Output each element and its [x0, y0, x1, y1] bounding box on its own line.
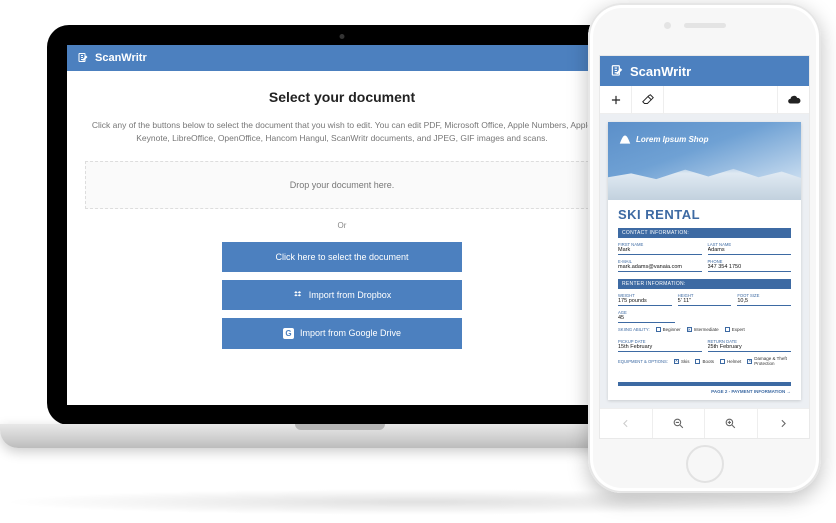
phone-value: 347 354 1750: [708, 264, 792, 272]
phone-screen: ScanWritr Lorem Ipsum Shop: [599, 55, 810, 439]
section-contact: CONTACT INFORMATION:: [618, 228, 791, 238]
google-icon: G: [283, 328, 294, 339]
prev-page-button[interactable]: [600, 409, 653, 438]
last-name-value: Adams: [708, 247, 792, 255]
eraser-button[interactable]: [632, 86, 664, 113]
laptop-camera: [340, 34, 345, 39]
home-button[interactable]: [686, 445, 724, 483]
first-name-value: Mark: [618, 247, 702, 255]
add-button[interactable]: [600, 86, 632, 113]
scanwritr-logo-icon: [77, 52, 89, 64]
phone-app-topbar: ScanWritr: [600, 56, 809, 86]
phone-bottom-nav: [600, 408, 809, 438]
skiing-ability-row: SKIING ABILITY: Beginner ✕Intermediate E…: [618, 327, 791, 332]
equip-boots: Boots: [695, 359, 714, 364]
laptop-device: ScanWritr Select your document Click any…: [0, 25, 680, 495]
document-title: SKI RENTAL: [618, 207, 791, 222]
equipment-row: EQUIPMENT & OPTIONS: ✕Skis Boots Helmet …: [618, 356, 791, 366]
document-hero-image: Lorem Ipsum Shop: [608, 122, 801, 200]
laptop-base: [0, 424, 680, 448]
app-title: ScanWritr: [95, 52, 147, 64]
import-google-drive-button[interactable]: G Import from Google Drive: [222, 318, 462, 349]
phone-toolbar: [600, 86, 809, 114]
document-viewport[interactable]: Lorem Ipsum Shop SKI RENTAL CONTACT INFO…: [600, 114, 809, 408]
zoom-out-button[interactable]: [653, 409, 706, 438]
phone-app-title: ScanWritr: [630, 64, 691, 79]
ability-expert: Expert: [725, 327, 745, 332]
ability-intermediate: ✕Intermediate: [687, 327, 719, 332]
equip-damage: ✕Damage & Theft Protection: [747, 356, 791, 366]
dropzone[interactable]: Drop your document here.: [85, 161, 599, 209]
app-topbar: ScanWritr: [67, 45, 617, 71]
scanwritr-logo-icon: [610, 64, 624, 78]
next-page-button[interactable]: [758, 409, 810, 438]
page-title: Select your document: [85, 89, 599, 105]
cloud-upload-button[interactable]: [777, 86, 809, 113]
equip-skis: ✕Skis: [674, 359, 690, 364]
laptop-screen: ScanWritr Select your document Click any…: [67, 45, 617, 405]
page-description: Click any of the buttons below to select…: [85, 119, 599, 145]
phone-camera-dot: [664, 22, 671, 29]
select-document-button[interactable]: Click here to select the document: [222, 242, 462, 272]
zoom-in-button[interactable]: [705, 409, 758, 438]
email-value: mark.adams@vanaia.com: [618, 264, 702, 272]
or-separator: Or: [85, 221, 599, 230]
document-footer: PAGE 2 - PAYMENT INFORMATION →: [618, 382, 791, 394]
equip-helmet: Helmet: [720, 359, 741, 364]
phone-device: ScanWritr Lorem Ipsum Shop: [588, 3, 821, 493]
phone-speaker: [684, 23, 726, 28]
ability-beginner: Beginner: [656, 327, 681, 332]
dropbox-icon: [293, 290, 303, 300]
dropzone-text: Drop your document here.: [290, 180, 395, 190]
import-dropbox-button[interactable]: Import from Dropbox: [222, 280, 462, 310]
document-brand: Lorem Ipsum Shop: [618, 132, 708, 146]
document-page: Lorem Ipsum Shop SKI RENTAL CONTACT INFO…: [608, 122, 801, 400]
section-renter: RENTER INFORMATION:: [618, 279, 791, 289]
